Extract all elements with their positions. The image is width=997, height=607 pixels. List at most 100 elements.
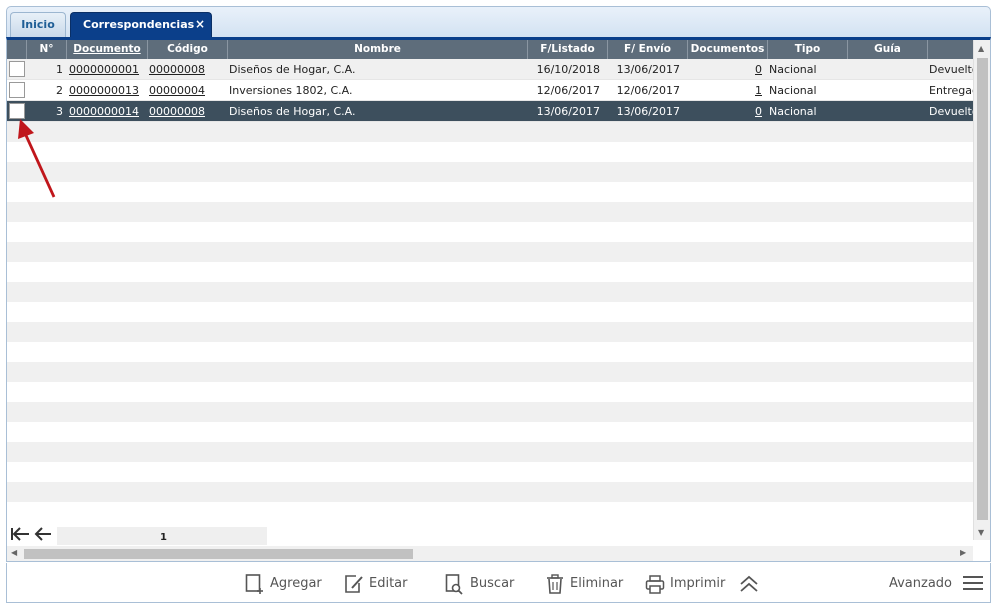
cell-guia — [849, 101, 927, 122]
grid-frame: N° Documento Código Nombre F/Listado F/ … — [6, 37, 991, 562]
tab-correspondencias[interactable]: Correspondencias × — [70, 12, 212, 37]
empty-row — [7, 242, 973, 262]
eliminar-button[interactable]: Eliminar — [545, 573, 623, 595]
table-row-selected[interactable]: 3 0000000014 00000008 Diseños de Hogar, … — [7, 101, 973, 122]
cell-tipo: Nacional — [769, 63, 817, 76]
scroll-up-arrow-icon[interactable]: ▲ — [978, 44, 984, 53]
header-f-listado[interactable]: F/Listado — [528, 40, 608, 59]
header-documento[interactable]: Documento — [67, 40, 148, 59]
agregar-button[interactable]: Agregar — [245, 573, 322, 595]
empty-row — [7, 162, 973, 182]
cell-documento-link[interactable]: 0000000014 — [69, 101, 147, 122]
empty-row — [7, 402, 973, 422]
double-chevron-up-icon — [740, 575, 758, 592]
imprimir-button[interactable]: Imprimir — [645, 573, 725, 595]
header-guia[interactable]: Guía — [848, 40, 928, 59]
header-codigo[interactable]: Código — [148, 40, 228, 59]
cell-nombre: Diseños de Hogar, C.A. — [229, 105, 356, 118]
first-page-icon[interactable] — [10, 527, 30, 545]
header-status[interactable] — [928, 40, 973, 59]
empty-row — [7, 222, 973, 242]
buscar-label: Buscar — [470, 576, 515, 591]
header-documentos[interactable]: Documentos — [688, 40, 768, 59]
cell-nombre: Inversiones 1802, C.A. — [229, 84, 353, 97]
header-tipo[interactable]: Tipo — [768, 40, 848, 59]
cell-f-listado: 13/06/2017 — [536, 105, 600, 118]
cell-f-envio: 13/06/2017 — [616, 105, 680, 118]
empty-row — [7, 322, 973, 342]
vertical-scrollbar[interactable]: ▲ ▼ — [973, 40, 990, 540]
row-checkbox[interactable] — [9, 82, 25, 98]
editar-label: Editar — [369, 576, 408, 591]
cell-codigo-link[interactable]: 00000008 — [149, 101, 227, 122]
empty-row — [7, 182, 973, 202]
empty-row — [7, 362, 973, 382]
header-f-envio[interactable]: F/ Envío — [608, 40, 688, 59]
hamburger-menu-icon[interactable] — [963, 575, 983, 594]
grid-rows: 1 0000000001 00000008 Diseños de Hogar, … — [7, 59, 973, 522]
tab-inicio[interactable]: Inicio — [10, 12, 66, 37]
empty-row — [7, 342, 973, 362]
close-icon[interactable]: × — [195, 13, 205, 36]
tab-correspondencias-label: Correspondencias — [83, 18, 195, 31]
cell-f-listado: 16/10/2018 — [536, 63, 600, 76]
printer-icon — [645, 575, 665, 594]
empty-row — [7, 462, 973, 482]
eliminar-label: Eliminar — [570, 576, 624, 591]
cell-codigo-link[interactable]: 00000004 — [149, 80, 227, 101]
header-select — [7, 40, 27, 59]
editar-button[interactable]: Editar — [344, 573, 408, 595]
empty-row — [7, 482, 973, 502]
empty-row — [7, 442, 973, 462]
empty-row — [7, 122, 973, 142]
cell-no: 1 — [56, 63, 63, 76]
header-no[interactable]: N° — [27, 40, 67, 59]
buscar-button[interactable]: Buscar — [445, 573, 514, 595]
cell-documentos-link[interactable]: 0 — [688, 101, 762, 122]
cell-f-envio: 12/06/2017 — [616, 84, 680, 97]
agregar-label: Agregar — [270, 576, 322, 591]
avanzado-button[interactable]: Avanzado — [889, 573, 952, 595]
pager: 1 — [7, 527, 973, 545]
empty-row — [7, 142, 973, 162]
vertical-scroll-thumb[interactable] — [977, 58, 988, 520]
scroll-down-arrow-icon[interactable]: ▼ — [978, 528, 984, 537]
cell-codigo-link[interactable]: 00000008 — [149, 59, 227, 80]
grid-header: N° Documento Código Nombre F/Listado F/ … — [7, 40, 973, 59]
add-document-icon — [245, 574, 263, 594]
cell-f-listado: 12/06/2017 — [536, 84, 600, 97]
cell-guia — [849, 59, 927, 80]
header-nombre[interactable]: Nombre — [228, 40, 528, 59]
cell-no: 2 — [56, 84, 63, 97]
cell-documentos-link[interactable]: 0 — [688, 59, 762, 80]
annotation-arrow-icon — [18, 119, 56, 198]
table-row[interactable]: 2 0000000013 00000004 Inversiones 1802, … — [7, 80, 973, 101]
page-number: 1 — [160, 532, 167, 543]
cell-f-envio: 13/06/2017 — [616, 63, 680, 76]
cell-documento-link[interactable]: 0000000001 — [69, 59, 147, 80]
scroll-right-arrow-icon[interactable]: ▶ — [960, 548, 966, 557]
cell-tipo: Nacional — [769, 84, 817, 97]
horizontal-scroll-thumb[interactable] — [24, 549, 413, 559]
horizontal-scrollbar[interactable]: ◀ ▶ — [7, 546, 973, 561]
cell-nombre: Diseños de Hogar, C.A. — [229, 63, 356, 76]
cell-status: Devuelto — [929, 105, 973, 118]
table-row[interactable]: 1 0000000001 00000008 Diseños de Hogar, … — [7, 59, 973, 80]
empty-row — [7, 422, 973, 442]
imprimir-label: Imprimir — [670, 576, 726, 591]
empty-rows — [7, 122, 973, 522]
edit-icon — [345, 575, 363, 593]
empty-row — [7, 382, 973, 402]
collapse-toolbar-button[interactable] — [739, 573, 759, 595]
scroll-left-arrow-icon[interactable]: ◀ — [11, 548, 17, 557]
row-checkbox[interactable] — [9, 61, 25, 77]
tab-bar: Inicio Correspondencias × — [6, 6, 991, 37]
cell-documento-link[interactable]: 0000000013 — [69, 80, 147, 101]
grid-area: N° Documento Código Nombre F/Listado F/ … — [7, 40, 973, 524]
bottom-toolbar: Agregar Editar Buscar Eliminar Imprimir … — [6, 563, 991, 603]
search-document-icon — [445, 574, 463, 595]
empty-row — [7, 262, 973, 282]
prev-page-icon[interactable] — [34, 527, 52, 545]
empty-row — [7, 502, 973, 522]
cell-documentos-link[interactable]: 1 — [688, 80, 762, 101]
